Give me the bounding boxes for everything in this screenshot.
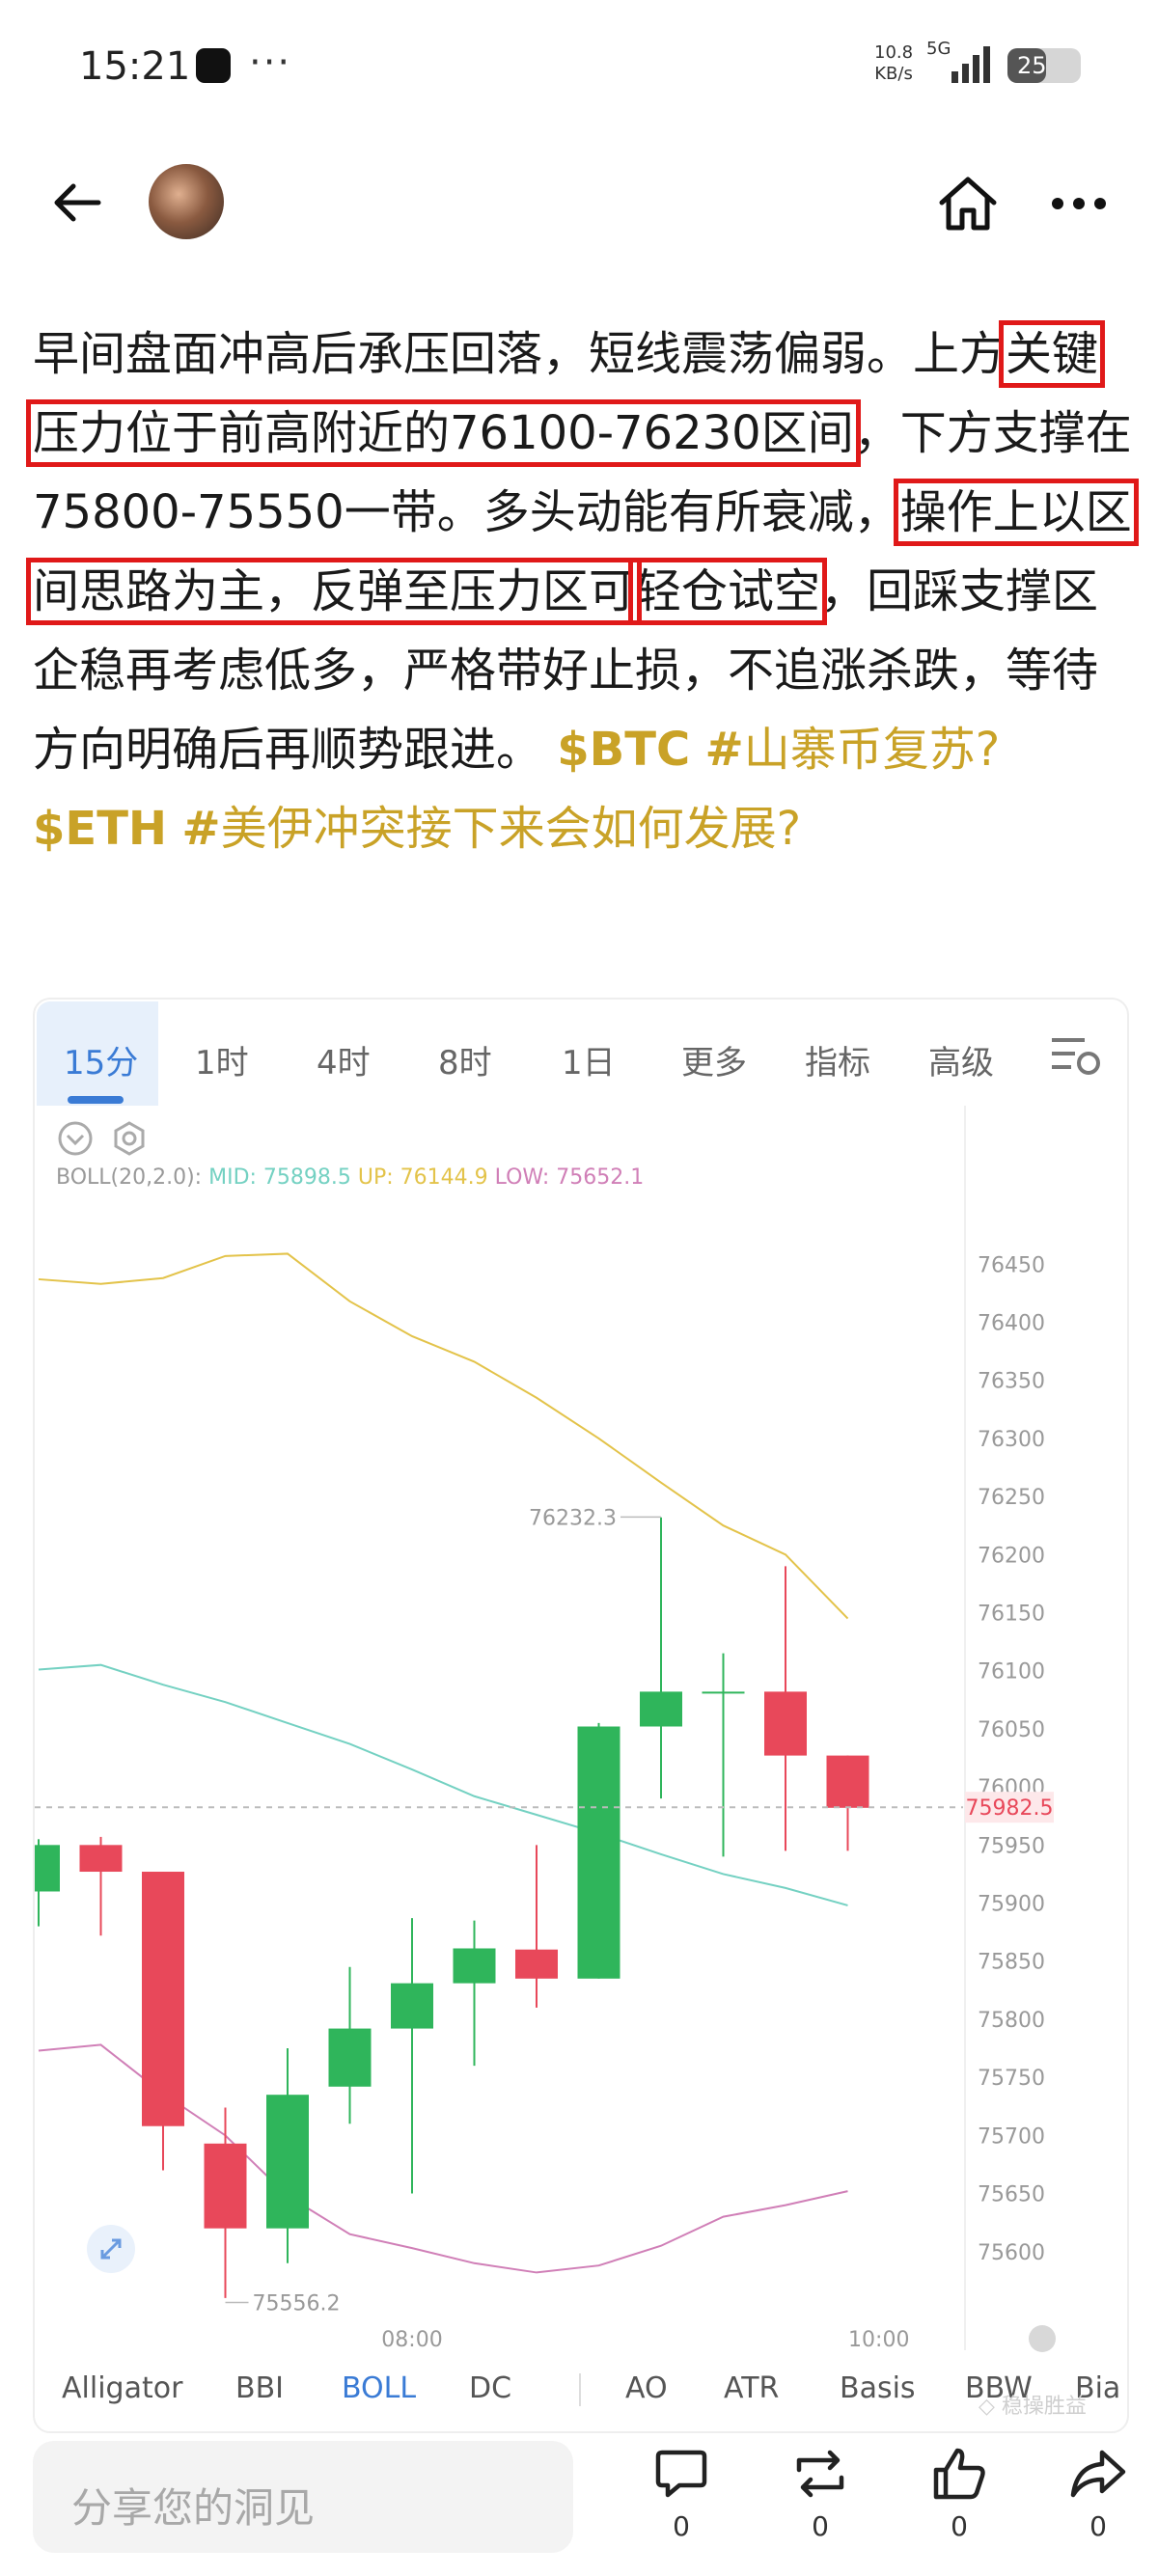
y-tick-label: 76300	[978, 1428, 1045, 1452]
y-tick-label: 75800	[978, 2009, 1045, 2033]
y-tick-label: 75950	[978, 1834, 1045, 1858]
like-count: 0	[951, 2510, 968, 2542]
repost-count: 0	[812, 2510, 829, 2542]
repost-icon	[796, 2450, 844, 2498]
chart-card: 15分 1时 4时 8时 1日 更多 指标 高级 BOLL(20,2.0): M…	[33, 998, 1129, 2433]
y-tick-label: 75900	[978, 1893, 1045, 1917]
tag-eth-text: 美伊冲突接下来会如何发展?	[220, 802, 802, 856]
comment-count: 0	[673, 2510, 690, 2542]
y-tick-label: 76150	[978, 1603, 1045, 1627]
tag-btc-hash: #	[704, 723, 744, 777]
signal-icon	[951, 46, 990, 83]
tag-btc-symbol: $BTC	[557, 723, 691, 777]
y-tick-label: 76050	[978, 1718, 1045, 1742]
app-notification-icon	[196, 48, 231, 83]
comment-input-placeholder: 分享您的洞见	[71, 2484, 316, 2532]
network-speed-value: 10.8	[874, 42, 914, 63]
y-tick-label: 75600	[978, 2241, 1045, 2265]
share-count: 0	[1089, 2510, 1107, 2542]
low-annotation-label: 75556.2	[253, 2291, 341, 2316]
indicator-bbi[interactable]: BBI	[235, 2371, 284, 2405]
home-icon[interactable]	[936, 174, 1000, 233]
candle-body	[702, 1691, 745, 1694]
share-icon	[1070, 2450, 1126, 2498]
high-annotation-label: 76232.3	[529, 1506, 617, 1530]
indicator-boll[interactable]: BOLL	[342, 2371, 416, 2405]
boll-mid-line	[38, 1663, 848, 1906]
expand-chart-icon[interactable]	[85, 2223, 137, 2275]
candlestick-chart[interactable]: 75600 75650 75700 75750 75800 75850 75900 75950…	[35, 1000, 1127, 2431]
candle-body	[204, 2143, 247, 2229]
candle-body	[79, 1845, 123, 1873]
like-icon	[933, 2448, 985, 2500]
x-tick-label: 10:00	[848, 2328, 909, 2352]
tag-btc-text: 山寨币复苏?	[743, 723, 1001, 777]
candle-body	[142, 1872, 184, 2126]
y-tick-label: 76250	[978, 1486, 1045, 1510]
arrow-left-icon[interactable]	[48, 174, 106, 232]
x-tick-label: 08:00	[381, 2328, 442, 2352]
battery-percent: 25	[1017, 52, 1047, 79]
candle-body	[453, 1948, 496, 1984]
post-body: 早间盘面冲高后承压回落，短线震荡偏弱。上方关键压力位于前高附近的76100-76…	[25, 315, 1143, 868]
y-tick-label: 75650	[978, 2183, 1045, 2207]
network-speed-unit: KB/s	[874, 64, 913, 84]
status-more-icon: ···	[249, 41, 292, 85]
y-tick-label: 75850	[978, 1951, 1045, 1975]
status-time: 15:21	[79, 44, 191, 89]
candle-body	[266, 2095, 309, 2229]
candle-body	[328, 2028, 372, 2087]
candle-body	[764, 1691, 807, 1756]
y-tick-label: 76400	[978, 1311, 1045, 1335]
y-tick-label: 76450	[978, 1253, 1045, 1277]
y-tick-label: 75750	[978, 2067, 1045, 2091]
network-type: 5G	[926, 39, 951, 59]
candle-body	[640, 1691, 682, 1727]
indicator-atr[interactable]: ATR	[724, 2371, 779, 2405]
boll-upper-line	[38, 1252, 849, 1620]
indicator-ao[interactable]: AO	[625, 2371, 668, 2405]
y-tick-label: 76100	[978, 1660, 1045, 1685]
candle-body	[826, 1755, 869, 1808]
exchange-logo-icon	[1029, 2325, 1056, 2352]
repost-button[interactable]: 0	[772, 2445, 868, 2542]
candle-body	[35, 1845, 60, 1892]
share-button[interactable]: 0	[1050, 2445, 1146, 2542]
candle-body	[515, 1949, 558, 1979]
indicator-divider	[579, 2373, 581, 2406]
highlight-light-short: 轻仓试空	[628, 558, 828, 625]
network-speed: 10.8 KB/s	[874, 42, 913, 85]
post-text: 早间盘面冲高后承压回落，短线震荡偏弱。上方	[33, 327, 1006, 381]
indicator-dc[interactable]: DC	[469, 2371, 511, 2405]
like-button[interactable]: 0	[911, 2445, 1007, 2542]
y-tick-label: 75700	[978, 2124, 1045, 2149]
tag-eth-hash: #	[181, 802, 221, 856]
avatar[interactable]	[149, 164, 224, 239]
more-horizontal-icon[interactable]	[1050, 189, 1108, 218]
comment-input[interactable]: 分享您的洞见	[33, 2441, 573, 2553]
comment-icon	[655, 2450, 707, 2498]
indicator-alligator[interactable]: Alligator	[62, 2371, 182, 2405]
tag-eth[interactable]: $ETH #美伊冲突接下来会如何发展?	[33, 802, 801, 856]
indicator-tab-bar: Alligator BBI BOLL DC AO ATR Basis BBW B…	[33, 2354, 1125, 2422]
comment-button[interactable]: 0	[633, 2445, 730, 2542]
y-tick-label: 76350	[978, 1370, 1045, 1394]
indicator-basis[interactable]: Basis	[840, 2371, 916, 2405]
watermark: ◇ 稳操胜益	[979, 2395, 1087, 2419]
tag-btc[interactable]: $BTC #山寨币复苏?	[557, 723, 1000, 777]
candle-body	[391, 1983, 433, 2029]
tag-eth-symbol: $ETH	[33, 802, 168, 856]
last-price-label: 75982.5	[966, 1796, 1054, 1821]
y-tick-label: 76200	[978, 1544, 1045, 1568]
candle-body	[577, 1726, 620, 1979]
battery-icon: 25	[1007, 48, 1081, 83]
